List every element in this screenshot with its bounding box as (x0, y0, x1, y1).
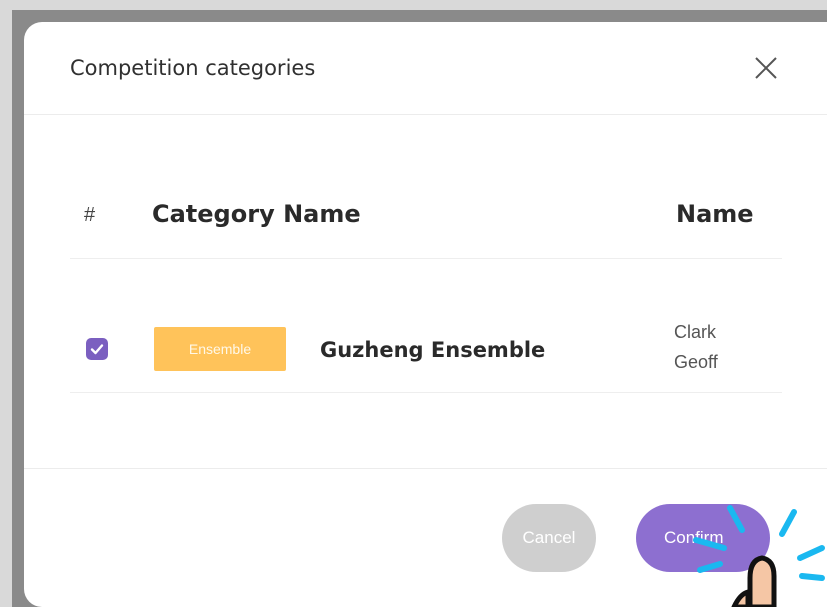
competition-categories-dialog: Competition categories # Category Name N… (24, 22, 827, 607)
dialog-title: Competition categories (70, 56, 316, 80)
column-header-category-name: Category Name (152, 200, 361, 228)
row-divider (70, 392, 782, 393)
confirm-button[interactable]: Confirm (636, 504, 770, 572)
row-checkbox[interactable] (86, 338, 108, 360)
column-header-index: # (84, 204, 96, 226)
window-frame-top (0, 0, 827, 10)
cancel-button[interactable]: Cancel (502, 504, 596, 572)
column-header-name: Name (676, 200, 754, 228)
name-cell-line-2: Geoff (674, 352, 718, 372)
category-tag: Ensemble (154, 327, 286, 371)
footer-divider (24, 468, 827, 469)
check-icon (90, 344, 104, 355)
window-frame-left (0, 0, 12, 607)
close-icon (755, 57, 777, 79)
name-cell-line-1: Clark (674, 322, 717, 342)
header-divider (70, 258, 782, 259)
close-button[interactable] (753, 55, 779, 81)
category-name-cell: Guzheng Ensemble (320, 338, 546, 362)
dialog-header: Competition categories (24, 22, 827, 115)
